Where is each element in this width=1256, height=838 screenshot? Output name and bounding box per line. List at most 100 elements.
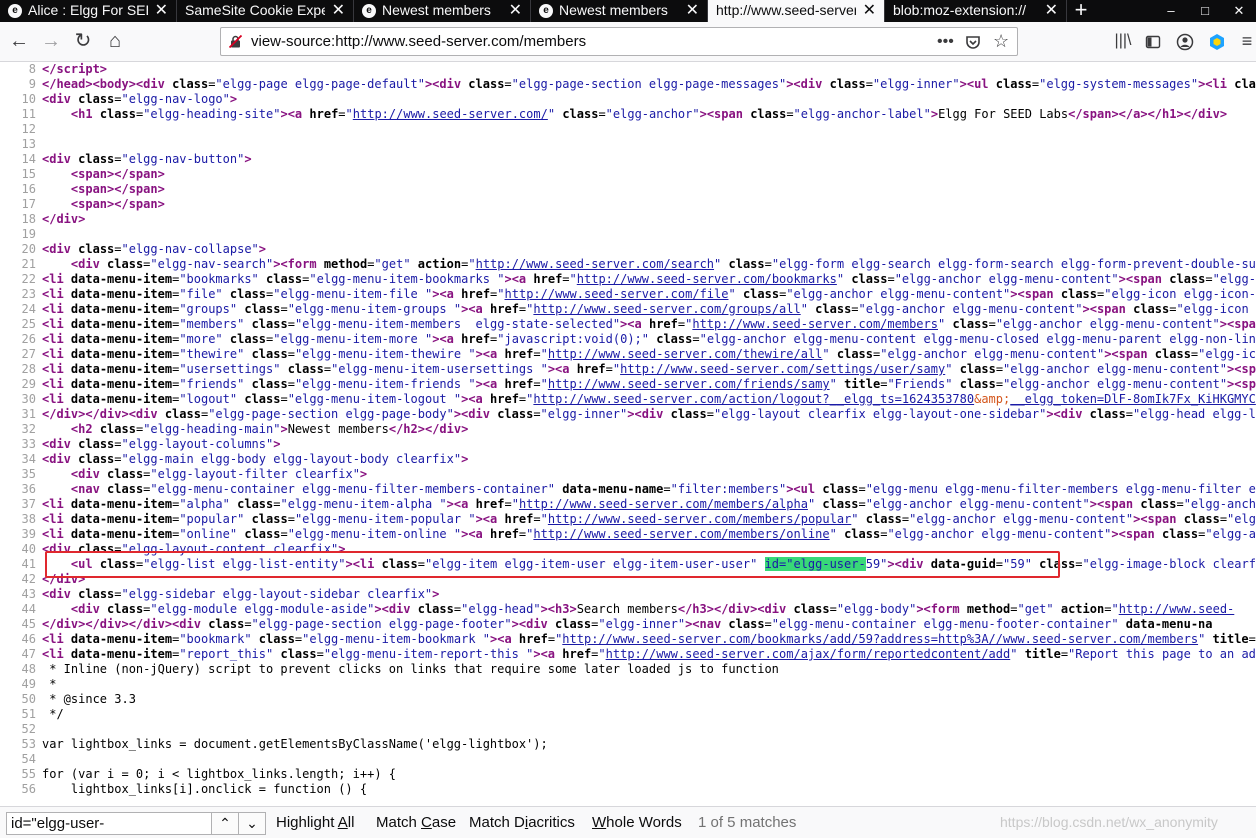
line-number: 18 [21, 212, 36, 226]
source-line: 30 <li data-menu-item="logout" class="elg… [0, 392, 1256, 407]
url-text[interactable]: view-source:http://www.seed-server.com/m… [251, 28, 586, 55]
line-code: <li data-menu-item="file" class="elgg-me… [42, 287, 1256, 301]
library-icon[interactable]: |||\ [1110, 28, 1136, 54]
tab-close-icon[interactable]: ✕ [1045, 0, 1058, 21]
line-code: <span></span> [70, 197, 165, 211]
line-number: 37 [21, 497, 36, 511]
source-line: 28 <li data-menu-item="usersettings" clas… [0, 362, 1256, 377]
source-line: 37 <li data-menu-item="alpha" class="elgg… [0, 497, 1256, 512]
match-case-toggle[interactable]: Match Case [376, 807, 456, 838]
elgg-icon: e [362, 4, 376, 18]
find-next-button[interactable]: ⌄ [238, 812, 266, 835]
line-number: 42 [21, 572, 36, 586]
line-code: <li data-menu-item="more" class="elgg-me… [42, 332, 1256, 346]
tab-close-icon[interactable]: ✕ [155, 0, 168, 21]
line-code: <li data-menu-item="usersettings" class=… [42, 362, 1256, 376]
source-line: 23 <li data-menu-item="file" class="elgg-… [0, 287, 1256, 302]
line-code: * @since 3.3 [42, 692, 136, 706]
source-line: 16 <span></span> [0, 182, 165, 197]
line-number: 8 [28, 62, 36, 76]
line-code: <li data-menu-item="bookmarks" class="el… [42, 272, 1256, 286]
window-controls: – □ ✕ [1154, 0, 1256, 22]
find-bar: ⌃ ⌄ Highlight All Match Case Match Diacr… [0, 806, 1256, 838]
close-window-button[interactable]: ✕ [1222, 0, 1256, 22]
source-line: 20 <div class="elgg-nav-collapse"> [0, 242, 266, 257]
line-number: 21 [21, 257, 36, 271]
sidebar-icon[interactable] [1140, 28, 1166, 54]
line-code: <div class="elgg-sidebar elgg-layout-sid… [42, 587, 440, 601]
account-icon[interactable] [1172, 28, 1198, 54]
source-line: 12 [0, 122, 42, 137]
line-code: <li data-menu-item="popular" class="elgg… [42, 512, 1256, 526]
source-line: 53 var lightbox_links = document.getEleme… [0, 737, 548, 752]
pocket-icon[interactable] [965, 28, 981, 55]
line-code: <li data-menu-item="groups" class="elgg-… [42, 302, 1256, 316]
back-icon[interactable]: ← [6, 28, 32, 54]
line-number: 49 [21, 677, 36, 691]
source-line: 14 <div class="elgg-nav-button"> [0, 152, 252, 167]
view-source-content: 8 </script> 9 </head><body><div class="elgg… [0, 62, 1256, 806]
line-code: </div></div></div><div class="elgg-page-… [42, 617, 1213, 631]
line-number: 47 [21, 647, 36, 661]
extension-icon[interactable] [1204, 28, 1230, 54]
tab-3[interactable]: e Newest members ✕ [531, 0, 708, 22]
line-code: <div class="elgg-nav-collapse"> [42, 242, 267, 256]
tab-title: Alice : Elgg For SEED [28, 2, 148, 18]
tab-4-active[interactable]: http://www.seed-server.com ✕ [708, 0, 885, 22]
tab-0[interactable]: e Alice : Elgg For SEED ✕ [0, 0, 177, 22]
tab-2[interactable]: e Newest members ✕ [354, 0, 531, 22]
line-number: 53 [21, 737, 36, 751]
source-line: 43 <div class="elgg-sidebar elgg-layout-s… [0, 587, 440, 602]
menu-icon[interactable]: ≡ [1238, 28, 1256, 54]
maximize-button[interactable]: □ [1188, 0, 1222, 22]
reload-icon[interactable]: ↻ [70, 28, 96, 54]
minimize-button[interactable]: – [1154, 0, 1188, 22]
line-code: <li data-menu-item="thewire" class="elgg… [42, 347, 1256, 361]
elgg-icon: e [539, 4, 553, 18]
line-number: 39 [21, 527, 36, 541]
line-number: 45 [21, 617, 36, 631]
line-number: 51 [21, 707, 36, 721]
tab-close-icon[interactable]: ✕ [863, 0, 876, 21]
line-number: 31 [21, 407, 36, 421]
line-number: 46 [21, 632, 36, 646]
line-number: 26 [21, 332, 36, 346]
home-icon[interactable]: ⌂ [102, 28, 128, 54]
source-line: 34 <div class="elgg-main elgg-body elgg-l… [0, 452, 469, 467]
source-line: 45 </div></div></div><div class="elgg-pag… [0, 617, 1213, 632]
source-line: 52 [0, 722, 42, 737]
line-code: <h2 class="elgg-heading-main">Newest mem… [70, 422, 469, 436]
tab-close-icon[interactable]: ✕ [509, 0, 522, 21]
new-tab-button[interactable]: + [1067, 0, 1095, 22]
source-line: 17 <span></span> [0, 197, 165, 212]
tab-close-icon[interactable]: ✕ [332, 0, 345, 21]
match-diacritics-toggle[interactable]: Match Diacritics [469, 807, 575, 838]
url-bar[interactable]: view-source:http://www.seed-server.com/m… [220, 27, 1018, 56]
line-number: 20 [21, 242, 36, 256]
line-number: 30 [21, 392, 36, 406]
line-number: 10 [21, 92, 36, 106]
forward-icon[interactable]: → [38, 28, 64, 54]
find-input[interactable] [6, 812, 212, 835]
source-line: 33 <div class="elgg-layout-columns"> [0, 437, 281, 452]
tab-1[interactable]: SameSite Cookie Experiment ✕ [177, 0, 354, 22]
navigation-toolbar: ← → ↻ ⌂ view-source:http://www.seed-serv… [0, 22, 1256, 62]
line-number: 23 [21, 287, 36, 301]
source-line: 47 <li data-menu-item="report_this" class… [0, 647, 1256, 662]
insecure-lock-icon[interactable] [229, 35, 242, 48]
bookmark-star-icon[interactable]: ☆ [993, 28, 1009, 55]
elgg-icon: e [8, 4, 22, 18]
highlight-all-toggle[interactable]: Highlight All [276, 807, 354, 838]
whole-words-toggle[interactable]: Whole Words [592, 807, 682, 838]
source-line: 10 <div class="elgg-nav-logo"> [0, 92, 238, 107]
tab-close-icon[interactable]: ✕ [686, 0, 699, 21]
line-number: 11 [21, 107, 36, 121]
source-line: 35 <div class="elgg-layout-filter clearf… [0, 467, 368, 482]
source-line: 39 <li data-menu-item="online" class="elg… [0, 527, 1256, 542]
line-number: 29 [21, 377, 36, 391]
tab-5[interactable]: blob:moz-extension:// ✕ [885, 0, 1067, 22]
line-code: <span></span> [70, 167, 165, 181]
line-number: 17 [21, 197, 36, 211]
page-actions-icon[interactable]: ••• [937, 28, 954, 55]
find-previous-button[interactable]: ⌃ [211, 812, 239, 835]
